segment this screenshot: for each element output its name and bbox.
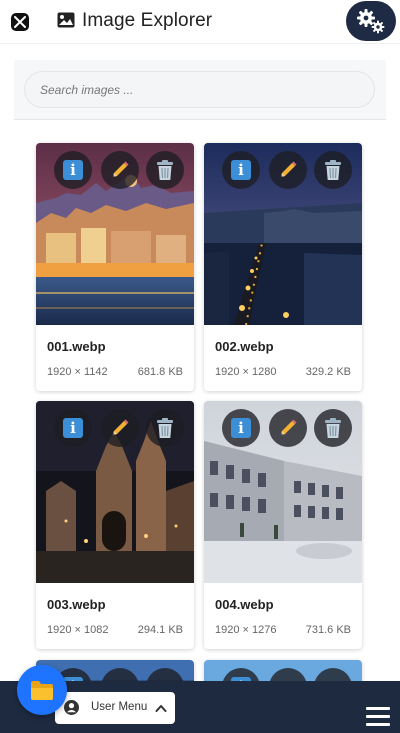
trash-icon <box>325 418 341 438</box>
chevron-up-icon <box>155 705 167 712</box>
file-size: 329.2 KB <box>305 366 351 378</box>
info-button[interactable]: i <box>54 409 92 447</box>
delete-button[interactable] <box>146 151 184 189</box>
edit-button[interactable] <box>269 409 307 447</box>
file-size: 681.8 KB <box>137 366 183 378</box>
file-size: 731.6 KB <box>305 624 351 636</box>
edit-button[interactable] <box>269 151 307 189</box>
search-input[interactable] <box>24 71 375 108</box>
pencil-icon <box>113 419 129 435</box>
trash-icon <box>157 418 173 438</box>
info-icon: i <box>63 160 83 180</box>
folder-button[interactable] <box>17 665 67 715</box>
pencil-icon <box>281 161 297 177</box>
hamburger-icon[interactable] <box>366 707 390 727</box>
edit-button[interactable] <box>101 409 139 447</box>
file-name: 004.webp <box>215 597 274 612</box>
delete-button[interactable] <box>146 409 184 447</box>
image-icon <box>57 12 75 33</box>
info-button[interactable]: i <box>54 151 92 189</box>
image-dimensions: 1920 × 1276 <box>215 624 277 636</box>
edit-button[interactable] <box>101 151 139 189</box>
page-title: Image Explorer <box>82 10 213 31</box>
delete-button[interactable] <box>314 409 352 447</box>
settings-button[interactable] <box>346 1 396 41</box>
info-button[interactable]: i <box>222 409 260 447</box>
search-bar <box>14 60 386 120</box>
info-button[interactable]: i <box>222 151 260 189</box>
delete-button[interactable] <box>314 151 352 189</box>
image-card[interactable]: i 002.webp 1920 × 1280 329.2 KB <box>204 143 362 391</box>
app-header: Image Explorer <box>0 0 400 44</box>
image-dimensions: 1920 × 1082 <box>47 624 109 636</box>
pencil-icon <box>113 161 129 177</box>
file-name: 002.webp <box>215 339 274 354</box>
trash-icon <box>325 160 341 180</box>
file-name: 003.webp <box>47 597 106 612</box>
trash-icon <box>157 160 173 180</box>
info-icon: i <box>63 418 83 438</box>
image-card[interactable]: i 003.webp 1920 × 1082 294.1 KB <box>36 401 194 649</box>
image-dimensions: 1920 × 1142 <box>47 366 108 378</box>
image-dimensions: 1920 × 1280 <box>215 366 277 378</box>
folder-icon <box>31 681 53 700</box>
file-size: 294.1 KB <box>137 624 183 636</box>
user-avatar-icon <box>64 700 79 715</box>
user-menu-button[interactable]: User Menu <box>55 692 175 724</box>
app-logo-icon[interactable] <box>11 13 29 31</box>
gears-icon <box>357 9 385 34</box>
info-icon: i <box>231 160 251 180</box>
image-card[interactable]: i 004.webp 1920 × 1276 731.6 KB <box>204 401 362 649</box>
image-card[interactable]: i 001.webp 1920 × 1142 681.8 KB <box>36 143 194 391</box>
info-icon: i <box>231 418 251 438</box>
user-menu-label: User Menu <box>91 701 148 713</box>
pencil-icon <box>281 419 297 435</box>
file-name: 001.webp <box>47 339 106 354</box>
